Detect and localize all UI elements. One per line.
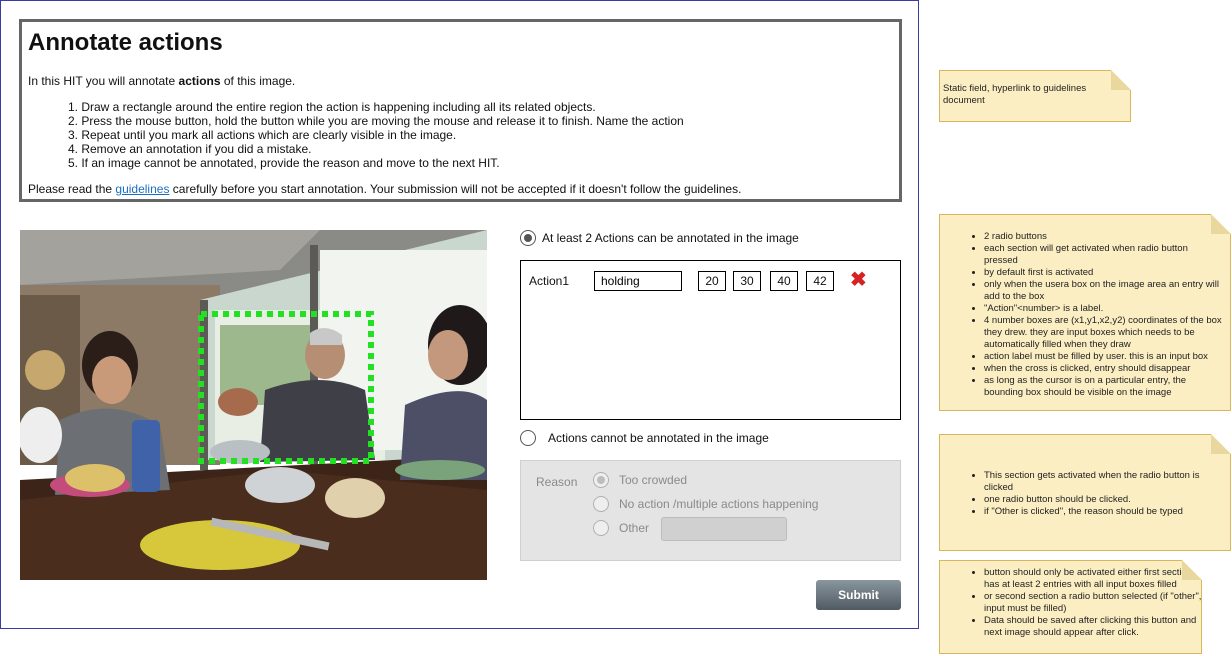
note-item: if "Other is clicked", the reason should… (984, 506, 1224, 518)
cannot-option-label: Actions cannot be annotated in the image (548, 431, 769, 445)
cannot-radio[interactable] (520, 430, 536, 446)
y2-input[interactable]: 42 (806, 271, 834, 291)
note-item: 2 radio buttons (984, 231, 1224, 243)
too-crowded-label: Too crowded (619, 473, 688, 487)
no-action-radio[interactable] (593, 496, 609, 512)
step-item: 3. Repeat until you mark all actions whi… (68, 128, 457, 142)
x1-input[interactable]: 20 (698, 271, 726, 291)
action-label: Action1 (529, 274, 570, 288)
step-item: 2. Press the mouse button, hold the butt… (68, 114, 684, 128)
step-item: 4. Remove an annotation if you did a mis… (68, 142, 312, 156)
too-crowded-radio[interactable] (593, 472, 609, 488)
sticky-note-submit: button should only be activated either f… (939, 560, 1202, 654)
no-action-label: No action /multiple actions happening (619, 497, 819, 511)
submit-button[interactable]: Submit (816, 580, 901, 610)
sticky-note-section1: 2 radio buttons each section will get ac… (939, 214, 1231, 411)
step-item: 1. Draw a rectangle around the entire re… (68, 100, 596, 114)
other-radio[interactable] (593, 520, 609, 536)
y1-input[interactable]: 30 (733, 271, 761, 291)
note-item: by default first is activated (984, 267, 1224, 279)
annotate-option-label: At least 2 Actions can be annotated in t… (542, 231, 799, 245)
note-item: action label must be filled by user. thi… (984, 351, 1224, 363)
reason-no-action[interactable]: No action /multiple actions happening (593, 496, 818, 512)
sticky-note-guidelines: Static field, hyperlink to guidelines do… (939, 70, 1131, 122)
note-item: or second section a radio button selecte… (984, 591, 1204, 615)
note-item: 4 number boxes are (x1,y1,x2,y2) coordin… (984, 315, 1224, 351)
note-item: "Action"<number> is a label. (984, 303, 1224, 315)
option-cannot[interactable]: Actions cannot be annotated in the image (520, 430, 769, 446)
sticky-note-section2: This section gets activated when the rad… (939, 434, 1231, 551)
note-item: each section will get activated when rad… (984, 243, 1224, 267)
guidelines-notice: Please read the guidelines carefully bef… (28, 182, 742, 196)
note-item: button should only be activated either f… (984, 567, 1204, 591)
annotation-image[interactable] (20, 230, 487, 580)
action-name-input[interactable] (594, 271, 682, 291)
option-annotate[interactable]: At least 2 Actions can be annotated in t… (520, 230, 799, 246)
sticky-note-text: Static field, hyperlink to guidelines do… (943, 83, 1087, 106)
note-item: as long as the cursor is on a particular… (984, 375, 1224, 399)
note-item: Data should be saved after clicking this… (984, 615, 1204, 639)
instruction-steps: 1. Draw a rectangle around the entire re… (68, 100, 684, 170)
annotate-radio[interactable] (520, 230, 536, 246)
note-item: only when the usera box on the image are… (984, 279, 1224, 303)
actions-list: Action1 20 30 40 42 ✖ (520, 260, 901, 420)
delete-icon[interactable]: ✖ (850, 270, 867, 290)
photo-scene (20, 230, 487, 580)
other-reason-input[interactable] (661, 517, 787, 541)
intro-text: In this HIT you will annotate actions of… (28, 74, 296, 88)
page-title: Annotate actions (28, 29, 223, 56)
note-item: when the cross is clicked, entry should … (984, 363, 1224, 375)
reason-label: Reason (536, 475, 578, 489)
note-item: This section gets activated when the rad… (984, 470, 1224, 494)
reason-section: Reason Too crowded No action /multiple a… (520, 460, 901, 561)
reason-other[interactable]: Other (593, 520, 649, 536)
instructions-panel: Annotate actions In this HIT you will an… (19, 19, 902, 202)
step-item: 5. If an image cannot be annotated, prov… (68, 156, 500, 170)
reason-too-crowded[interactable]: Too crowded (593, 472, 687, 488)
x2-input[interactable]: 40 (770, 271, 798, 291)
note-item: one radio button should be clicked. (984, 494, 1224, 506)
guidelines-link[interactable]: guidelines (115, 182, 169, 196)
other-label: Other (619, 521, 650, 535)
